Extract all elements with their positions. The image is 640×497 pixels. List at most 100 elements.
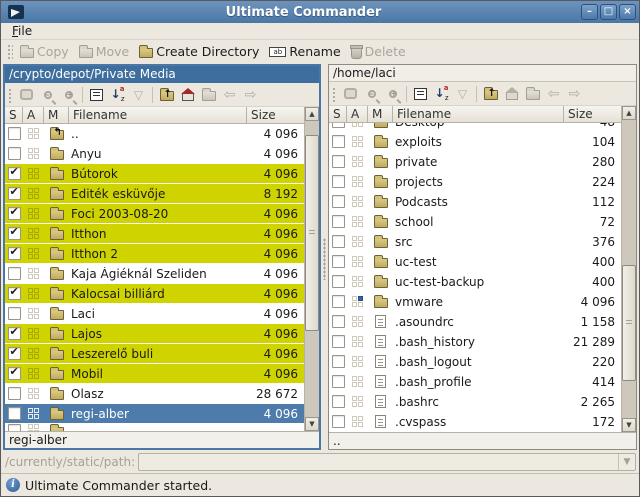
scroll-up-icon[interactable]: ▲ — [622, 106, 636, 120]
delete-button[interactable]: Delete — [347, 42, 412, 61]
table-row[interactable]: ✔ vmware 4 096 — [329, 292, 621, 312]
pane-toolbar-drag-handle[interactable] — [7, 86, 13, 103]
table-row[interactable]: ✔ Podcasts 112 — [329, 192, 621, 212]
forward-icon[interactable]: ⇨ — [564, 84, 585, 104]
table-row[interactable]: ✔ .asoundrc 1 158 — [329, 312, 621, 332]
create-directory-button[interactable]: Create Directory — [135, 42, 265, 61]
select-checkbox[interactable]: ✔ — [331, 315, 345, 328]
column-header-size[interactable]: Size — [564, 106, 621, 122]
static-path-combo[interactable]: ▼ — [138, 452, 636, 471]
maximize-button[interactable]: □ — [600, 4, 617, 20]
select-checkbox[interactable]: ✔ — [331, 235, 345, 248]
table-row[interactable]: ✔ .. 4 096 — [5, 124, 304, 144]
filter-icon[interactable]: ▽ — [128, 85, 149, 105]
select-checkbox[interactable]: ✔ — [331, 123, 345, 128]
table-row[interactable]: ✔ .bash_logout 220 — [329, 352, 621, 372]
table-row[interactable]: ✔ Kaja Ágiéknál Szeliden 4 096 — [5, 264, 304, 284]
table-row[interactable]: ✔ Olasz 28 672 — [5, 384, 304, 404]
table-row[interactable]: ✔ uc-test-backup 400 — [329, 272, 621, 292]
select-checkbox[interactable]: ✔ — [331, 415, 345, 428]
menu-file[interactable]: File — [5, 23, 39, 39]
sort-az-icon[interactable]: ↓ a z — [431, 84, 452, 104]
table-row[interactable]: ✔ Itthon 4 096 — [5, 224, 304, 244]
select-checkbox[interactable]: ✔ — [7, 325, 21, 340]
home-icon[interactable] — [177, 85, 198, 105]
select-checkbox[interactable]: ✔ — [331, 395, 345, 408]
table-row[interactable]: ✔ Lajos 4 096 — [5, 324, 304, 344]
column-header-filename[interactable]: Filename — [69, 107, 247, 123]
select-checkbox[interactable]: ✔ — [331, 255, 345, 268]
select-checkbox[interactable]: ✔ — [7, 345, 21, 360]
open-folder-icon[interactable] — [522, 84, 543, 104]
right-pane-path[interactable]: /home/laci — [329, 65, 636, 82]
table-row[interactable]: ✔ private 280 — [329, 152, 621, 172]
move-button[interactable]: Move — [75, 42, 136, 61]
select-checkbox[interactable]: ✔ — [331, 195, 345, 208]
pane-toolbar-drag-handle[interactable] — [331, 85, 337, 102]
table-row[interactable]: ✔ .bash_history 21 289 — [329, 332, 621, 352]
scroll-down-icon[interactable]: ▼ — [305, 417, 319, 431]
close-button[interactable]: × — [619, 4, 636, 20]
zoom-out-icon[interactable]: – — [361, 84, 382, 104]
select-checkbox[interactable]: ✔ — [331, 135, 345, 148]
scrollbar-trough[interactable] — [305, 121, 319, 417]
table-row[interactable]: ✔ exploits 104 — [329, 132, 621, 152]
select-checkbox[interactable]: ✔ — [331, 275, 345, 288]
select-checkbox[interactable]: ✔ — [7, 185, 21, 200]
column-header-m[interactable]: M — [44, 107, 69, 123]
back-icon[interactable]: ⇦ — [543, 84, 564, 104]
scrollbar-thumb[interactable] — [622, 265, 636, 381]
image-view-icon[interactable] — [16, 85, 37, 105]
right-scrollbar[interactable]: ▲ ▼ — [621, 106, 636, 432]
table-row[interactable]: ✔ school 72 — [329, 212, 621, 232]
table-row[interactable]: ✔ Leszerelő buli 4 096 — [5, 344, 304, 364]
select-checkbox[interactable]: ✔ — [331, 335, 345, 348]
titlebar[interactable]: Ultimate Commander – □ × — [1, 1, 639, 23]
select-checkbox[interactable]: ✔ — [7, 387, 21, 400]
home-icon[interactable] — [501, 84, 522, 104]
chevron-down-icon[interactable]: ▼ — [618, 453, 635, 470]
table-row[interactable]: ✔ projects 224 — [329, 172, 621, 192]
select-checkbox[interactable]: ✔ — [7, 245, 21, 260]
list-view-icon[interactable] — [86, 85, 107, 105]
column-header-size[interactable]: Size — [247, 107, 304, 123]
left-scrollbar[interactable]: ▲ ▼ — [304, 107, 319, 431]
select-checkbox[interactable]: ✔ — [331, 375, 345, 388]
image-view-icon[interactable] — [340, 84, 361, 104]
up-directory-icon[interactable]: ↑ — [480, 84, 501, 104]
select-checkbox[interactable]: ✔ — [331, 295, 345, 308]
table-row[interactable]: ✔ .bashrc 2 265 — [329, 392, 621, 412]
column-header-s[interactable]: S — [329, 106, 347, 122]
table-row[interactable]: ✔ uc-test 400 — [329, 252, 621, 272]
select-checkbox[interactable]: ✔ — [331, 355, 345, 368]
forward-icon[interactable]: ⇨ — [240, 85, 261, 105]
scroll-up-icon[interactable]: ▲ — [305, 107, 319, 121]
select-checkbox[interactable]: ✔ — [7, 424, 21, 431]
column-header-s[interactable]: S — [5, 107, 23, 123]
table-row[interactable]: ✔ .bash_profile 414 — [329, 372, 621, 392]
scroll-down-icon[interactable]: ▼ — [622, 418, 636, 432]
table-row[interactable]: ✔ src 376 — [329, 232, 621, 252]
column-header-a[interactable]: A — [347, 106, 368, 122]
select-checkbox[interactable]: ✔ — [331, 175, 345, 188]
select-checkbox[interactable]: ✔ — [7, 267, 21, 280]
back-icon[interactable]: ⇦ — [219, 85, 240, 105]
zoom-in-icon[interactable]: + — [58, 85, 79, 105]
table-row[interactable]: ✔ regi-alber 4 096 — [5, 404, 304, 424]
table-row[interactable]: ✔ Laci 4 096 — [5, 304, 304, 324]
select-checkbox[interactable]: ✔ — [7, 285, 21, 300]
select-checkbox[interactable]: ✔ — [7, 307, 21, 320]
column-header-a[interactable]: A — [23, 107, 44, 123]
table-row[interactable]: ✔ Editék esküvője 8 192 — [5, 184, 304, 204]
up-directory-icon[interactable]: ↑ — [156, 85, 177, 105]
select-checkbox[interactable]: ✔ — [331, 215, 345, 228]
table-row[interactable]: ✔ Desktop 48 — [329, 123, 621, 132]
copy-button[interactable]: Copy — [16, 42, 75, 61]
list-view-icon[interactable] — [410, 84, 431, 104]
table-row[interactable]: ✔ Mobil 4 096 — [5, 364, 304, 384]
select-checkbox[interactable]: ✔ — [331, 155, 345, 168]
toolbar-drag-handle[interactable] — [6, 43, 13, 60]
select-checkbox[interactable]: ✔ — [7, 407, 21, 420]
rename-button[interactable]: ab Rename — [265, 42, 346, 61]
table-row[interactable]: ✔ Bútorok 4 096 — [5, 164, 304, 184]
